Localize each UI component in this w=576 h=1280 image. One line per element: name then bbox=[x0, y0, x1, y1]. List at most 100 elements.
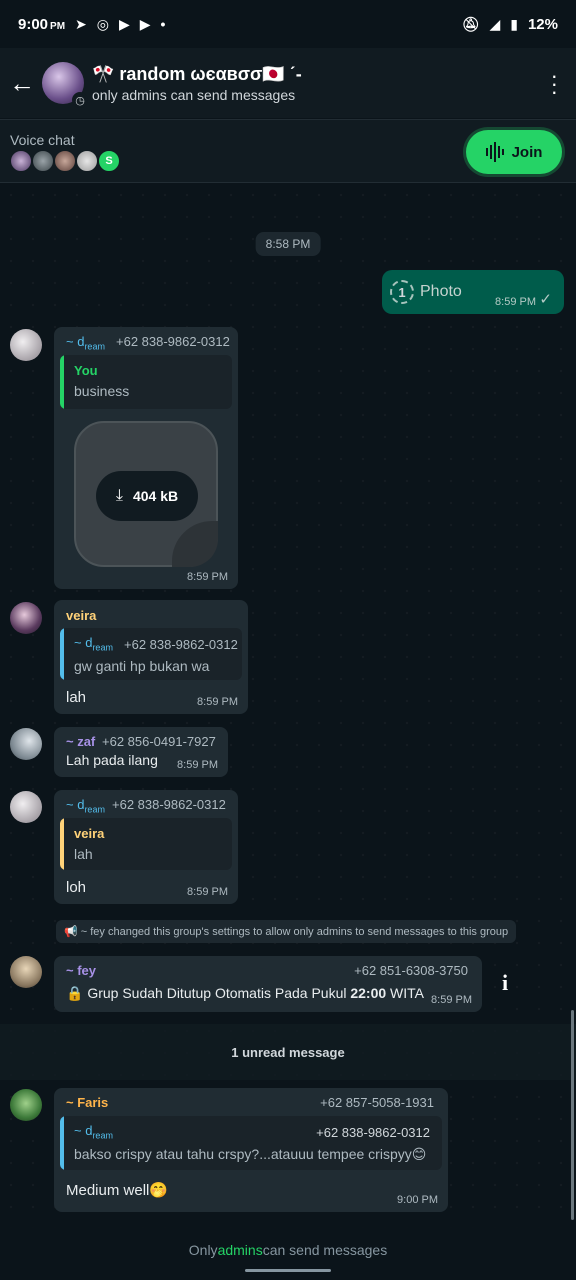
telegram-icon: ➤ bbox=[75, 15, 87, 32]
incoming-message[interactable]: ~ zaf +62 856-0491-7927 Lah pada ilang 8… bbox=[54, 727, 228, 777]
unread-divider: 1 unread message bbox=[0, 1024, 576, 1080]
join-label: Join bbox=[511, 143, 543, 161]
sender-avatar[interactable] bbox=[10, 956, 42, 988]
participant-avatar bbox=[76, 150, 98, 172]
back-arrow-icon[interactable]: ← bbox=[2, 63, 42, 103]
chat-header: ← ◷ 🎌 random ωєαвσσ🇯🇵 ˊ- only admins can… bbox=[0, 48, 576, 118]
audio-wave-icon bbox=[485, 142, 504, 162]
message-text: 🔒 Grup Sudah Ditutup Otomatis Pada Pukul… bbox=[66, 985, 425, 1001]
sender-phone: +62 838-9862-0312 bbox=[112, 797, 226, 812]
quoted-message[interactable]: You business bbox=[60, 355, 232, 409]
sticker-curl bbox=[172, 521, 218, 567]
quote-text: business bbox=[74, 383, 130, 399]
message-text: loh bbox=[66, 879, 87, 896]
quote-sender: veira bbox=[74, 826, 105, 841]
download-sticker-button[interactable]: ⤓ 404 kB bbox=[96, 471, 198, 521]
admins-link[interactable]: admins bbox=[218, 1242, 263, 1258]
message-time: 9:00 PM bbox=[397, 1194, 438, 1206]
incoming-message[interactable]: veira ~ dream +62 838-9862-0312 gw ganti… bbox=[54, 600, 248, 714]
message-time: 8:59 PM bbox=[187, 571, 228, 583]
photo-label: Photo bbox=[420, 283, 462, 300]
status-time: 9:00 PM bbox=[18, 15, 66, 33]
message-text: Lah pada ilang bbox=[66, 752, 158, 768]
voice-chat-label: Voice chat bbox=[10, 132, 75, 148]
message-time: 8:59 PM bbox=[177, 759, 218, 771]
mute-icon: 🔕︎ bbox=[461, 15, 480, 32]
quote-sender: ~ dream bbox=[74, 1123, 113, 1141]
quote-phone: +62 838-9862-0312 bbox=[124, 637, 238, 652]
more-options-icon[interactable]: · · · bbox=[551, 65, 558, 103]
sender-name: ~ dream bbox=[66, 334, 105, 352]
quote-sender: ~ dream bbox=[74, 635, 113, 653]
home-indicator[interactable] bbox=[245, 1269, 331, 1272]
youtube-icon: ▶ bbox=[118, 15, 130, 32]
download-icon: ⤓ bbox=[115, 487, 123, 504]
youtube-icon-2: ▶ bbox=[139, 15, 151, 32]
quote-bar bbox=[60, 355, 64, 409]
message-time: 8:59 PM bbox=[431, 994, 472, 1006]
sender-name: ~ Faris bbox=[66, 1095, 109, 1110]
participant-avatar bbox=[32, 150, 54, 172]
signal-icon: ◢ bbox=[489, 15, 501, 32]
join-voice-chat-button[interactable]: Join bbox=[466, 130, 562, 174]
notice-suffix: can send messages bbox=[262, 1242, 388, 1258]
quote-text: lah bbox=[74, 846, 93, 862]
quoted-message[interactable]: ~ dream +62 838-9862-0312 gw ganti hp bu… bbox=[60, 628, 242, 680]
outgoing-photo-message[interactable]: 1 Photo 8:59 PM ✓ bbox=[382, 270, 564, 314]
sender-name: ~ zaf bbox=[66, 734, 96, 749]
quote-bar bbox=[60, 1116, 64, 1170]
group-avatar[interactable]: ◷ bbox=[42, 62, 88, 108]
date-time-chip: 8:58 PM bbox=[255, 232, 321, 256]
quote-bar bbox=[60, 628, 64, 680]
message-text: lah bbox=[66, 689, 87, 706]
voice-chat-participants: S bbox=[10, 150, 120, 172]
incoming-message[interactable]: ~ fey +62 851-6308-3750 🔒 Grup Sudah Dit… bbox=[54, 956, 482, 1012]
incoming-message-sticker[interactable]: ~ dream +62 838-9862-0312 You business ⤓… bbox=[54, 327, 238, 589]
group-title: 🎌 random ωєαвσσ🇯🇵 ˊ- bbox=[92, 63, 302, 84]
header-text[interactable]: 🎌 random ωєαвσσ🇯🇵 ˊ- only admins can sen… bbox=[92, 64, 302, 103]
quote-text: bakso crispy atau tahu crspy?...atauuu t… bbox=[74, 1146, 427, 1162]
sender-avatar[interactable] bbox=[10, 329, 42, 361]
file-size: 404 kB bbox=[132, 488, 179, 504]
scrollbar[interactable] bbox=[571, 1010, 574, 1220]
battery-percent: 12% bbox=[527, 15, 558, 33]
quote-bar bbox=[60, 818, 64, 870]
timer-icon: ◷ bbox=[72, 92, 88, 108]
quoted-message[interactable]: ~ dream +62 838-9862-0312 bakso crispy a… bbox=[60, 1116, 442, 1170]
sticker-placeholder[interactable]: ⤓ 404 kB bbox=[74, 421, 218, 567]
sender-phone: +62 838-9862-0312 bbox=[116, 334, 230, 349]
participant-avatar bbox=[10, 150, 32, 172]
quoted-message[interactable]: veira lah bbox=[60, 818, 232, 870]
quote-text: gw ganti hp bukan wa bbox=[74, 658, 210, 674]
sender-name: veira bbox=[66, 608, 97, 623]
incoming-message[interactable]: ~ Faris +62 857-5058-1931 ~ dream +62 83… bbox=[54, 1088, 448, 1212]
message-text: Medium well🤭 bbox=[66, 1182, 169, 1199]
message-time: 8:59 PM bbox=[197, 696, 238, 708]
sender-avatar[interactable] bbox=[10, 728, 42, 760]
message-time: 8:59 PM bbox=[187, 886, 228, 898]
quote-phone: +62 838-9862-0312 bbox=[316, 1125, 430, 1140]
sender-phone: +62 856-0491-7927 bbox=[102, 734, 216, 749]
sender-name: ~ dream bbox=[66, 797, 105, 815]
participant-avatar-letter: S bbox=[98, 150, 120, 172]
status-bar: 9:00 PM ➤ ◎ ▶ ▶ • 🔕︎ ◢ ▮ 12% bbox=[0, 0, 576, 48]
sender-avatar[interactable] bbox=[10, 1089, 42, 1121]
sender-avatar[interactable] bbox=[10, 602, 42, 634]
sender-phone: +62 851-6308-3750 bbox=[354, 963, 468, 978]
sender-name: ~ fey bbox=[66, 963, 96, 978]
system-message: 📢 ~ fey changed this group's settings to… bbox=[56, 920, 517, 943]
chat-area[interactable]: 8:58 PM 1 Photo 8:59 PM ✓ ~ dream +62 83… bbox=[0, 184, 576, 1228]
voice-chat-bar: Voice chat S Join bbox=[0, 119, 576, 183]
incoming-message[interactable]: ~ dream +62 838-9862-0312 veira lah loh … bbox=[54, 790, 238, 904]
quote-sender: You bbox=[74, 363, 98, 378]
sender-avatar[interactable] bbox=[10, 791, 42, 823]
battery-icon: ▮ bbox=[510, 15, 518, 32]
notice-prefix: Only bbox=[188, 1242, 218, 1258]
whatsapp-icon: ◎ bbox=[96, 15, 109, 32]
group-subtitle: only admins can send messages bbox=[92, 86, 296, 103]
sent-check-icon: ✓ bbox=[539, 291, 552, 308]
dot-icon: • bbox=[160, 16, 166, 32]
admins-only-notice: Only admins can send messages bbox=[0, 1228, 576, 1280]
info-icon[interactable]: i bbox=[502, 970, 508, 996]
sender-phone: +62 857-5058-1931 bbox=[320, 1095, 434, 1110]
